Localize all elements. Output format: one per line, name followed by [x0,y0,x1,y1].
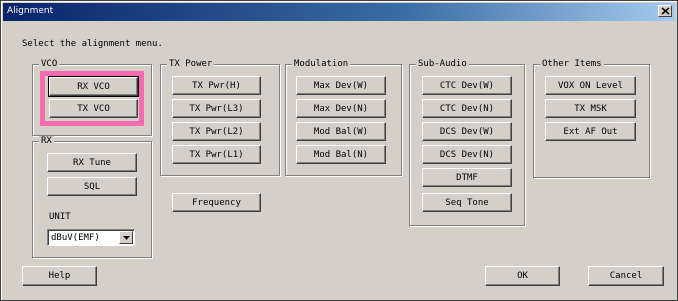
cancel-button[interactable]: Cancel [588,266,664,286]
close-icon [661,7,670,15]
rx-group-label: RX [39,136,54,147]
tx-msk-button[interactable]: TX MSK [545,99,636,118]
ok-button[interactable]: OK [485,266,560,286]
unit-label: UNIT [49,212,71,222]
title-bar: Alignment [3,3,675,21]
dcs-dev-n-button[interactable]: DCS Dev(N) [422,145,512,164]
chevron-down-icon [123,236,130,240]
dtmf-button[interactable]: DTMF [422,168,512,187]
tx-vco-button[interactable]: TX VCO [49,99,138,118]
unit-select-value: dBuV(EMF) [51,233,100,243]
dcs-dev-w-button[interactable]: DCS Dev(W) [422,122,512,141]
sub-audio-group-label: Sub-Audio [416,59,469,70]
unit-select[interactable]: dBuV(EMF) [47,229,135,246]
max-dev-w-button[interactable]: Max Dev(W) [296,76,386,95]
seq-tone-button[interactable]: Seq Tone [422,193,512,212]
tx-pwr-h-button[interactable]: TX Pwr(H) [172,76,261,95]
rx-tune-button[interactable]: RX Tune [47,153,137,172]
tx-power-group-label: TX Power [167,59,215,70]
modulation-group-label: Modulation [292,59,351,70]
ext-af-out-button[interactable]: Ext AF Out [545,122,636,141]
mod-bal-n-button[interactable]: Mod Bal(N) [296,145,386,164]
instruction-text: Select the alignment menu. [22,39,163,49]
vco-group-label: VCO [39,59,60,70]
other-items-group-label: Other Items [540,59,604,70]
sql-button[interactable]: SQL [47,177,137,196]
vox-on-level-button[interactable]: VOX ON Level [545,76,636,95]
tx-pwr-l3-button[interactable]: TX Pwr(L3) [172,99,261,118]
dropdown-arrow-button[interactable] [119,231,133,244]
rx-vco-button[interactable]: RX VCO [48,76,139,97]
tx-pwr-l2-button[interactable]: TX Pwr(L2) [172,122,261,141]
tx-pwr-l1-button[interactable]: TX Pwr(L1) [172,145,261,164]
max-dev-n-button[interactable]: Max Dev(N) [296,99,386,118]
frequency-button[interactable]: Frequency [172,193,261,212]
ctc-dev-n-button[interactable]: CTC Dev(N) [422,99,512,118]
help-button[interactable]: Help [22,266,97,286]
close-button[interactable] [658,5,672,17]
ctc-dev-w-button[interactable]: CTC Dev(W) [422,76,512,95]
mod-bal-w-button[interactable]: Mod Bal(W) [296,122,386,141]
window-title: Alignment [7,6,54,16]
